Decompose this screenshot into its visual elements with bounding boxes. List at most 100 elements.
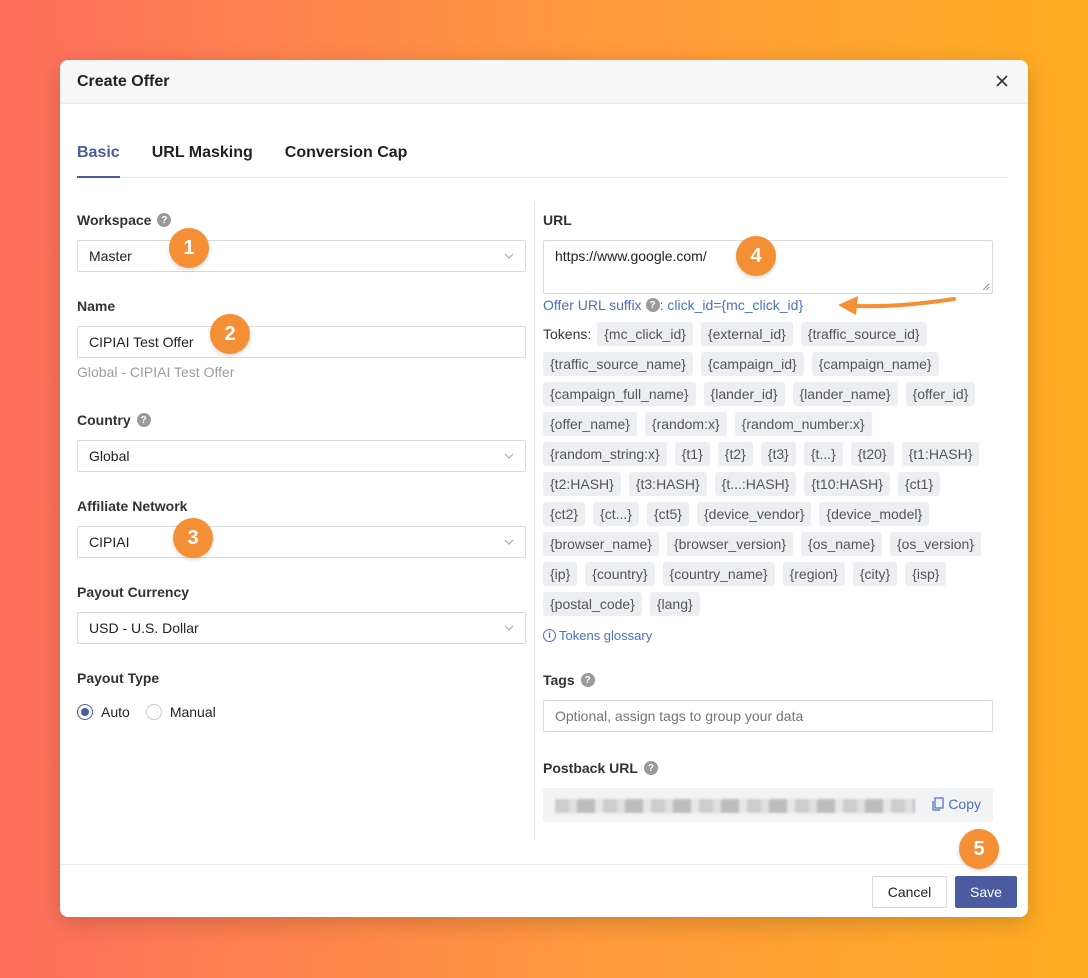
radio-checked-icon — [77, 704, 93, 720]
token-chip[interactable]: {campaign_id} — [700, 352, 804, 376]
postback-label-text: Postback URL — [543, 760, 638, 776]
token-chip[interactable]: {traffic_source_name} — [543, 352, 693, 376]
redacted-postback-url — [555, 799, 915, 813]
token-chip[interactable]: {t2} — [717, 442, 753, 466]
info-icon: i — [543, 628, 556, 642]
help-icon[interactable]: ? — [136, 413, 151, 427]
radio-unchecked-icon — [145, 704, 162, 720]
token-chip[interactable]: {browser_name} — [543, 532, 659, 556]
token-chip[interactable]: {lander_name} — [792, 382, 898, 406]
tab-basic[interactable]: Basic — [77, 144, 120, 178]
token-chip[interactable]: {ct1} — [897, 472, 940, 496]
payout-type-auto-radio[interactable]: Auto — [77, 704, 130, 720]
help-icon[interactable]: ? — [645, 298, 660, 312]
token-chip[interactable]: {postal_code} — [543, 592, 642, 616]
tokens-glossary-link[interactable]: i Tokens glossary — [543, 626, 993, 644]
token-chip[interactable]: {os_name} — [801, 532, 882, 556]
cancel-button[interactable]: Cancel — [872, 876, 947, 908]
affiliate-network-label: Affiliate Network — [77, 498, 188, 514]
tokens-list: Tokens: {mc_click_id} {external_id} {traff… — [543, 322, 993, 622]
workspace-label: Workspace ? — [77, 210, 526, 230]
token-chip[interactable]: {traffic_source_id} — [800, 322, 927, 346]
token-chip[interactable]: {random_number:x} — [734, 412, 872, 436]
payout-type-radio-group: Auto Manual — [77, 704, 526, 720]
dialog-title: Create Offer — [77, 72, 170, 90]
tags-input[interactable] — [543, 700, 993, 732]
chevron-down-icon — [504, 539, 514, 545]
token-chip[interactable]: {lander_id} — [703, 382, 785, 406]
token-chip[interactable]: {os_version} — [889, 532, 982, 556]
token-chip[interactable]: {country_name} — [662, 562, 775, 586]
token-chip[interactable]: {ip} — [543, 562, 578, 586]
copy-icon — [932, 797, 944, 811]
help-icon[interactable]: ? — [643, 761, 658, 775]
token-chip[interactable]: {country} — [585, 562, 655, 586]
create-offer-dialog: Create Offer Basic URL Masking Conversio… — [60, 60, 1028, 917]
token-chip[interactable]: {t2:HASH} — [543, 472, 621, 496]
tab-url-masking[interactable]: URL Masking — [152, 144, 253, 178]
token-chip[interactable]: {device_vendor} — [696, 502, 812, 526]
token-chip[interactable]: {region} — [782, 562, 845, 586]
token-chip[interactable]: {city} — [852, 562, 898, 586]
save-button[interactable]: Save — [955, 876, 1017, 908]
token-chip[interactable]: {t1:HASH} — [901, 442, 980, 466]
tab-bar: Basic URL Masking Conversion Cap — [77, 144, 1008, 178]
name-label: Name — [77, 298, 116, 314]
payout-type-label: Payout Type — [77, 670, 160, 686]
step-badge-4: 4 — [736, 236, 776, 276]
chevron-down-icon — [504, 253, 514, 259]
token-chip[interactable]: {t...:HASH} — [714, 472, 797, 496]
token-chip[interactable]: {device_model} — [819, 502, 930, 526]
token-chip[interactable]: {browser_version} — [666, 532, 794, 556]
country-select[interactable]: Global — [77, 440, 526, 472]
token-chip[interactable]: {offer_id} — [905, 382, 976, 406]
token-chip[interactable]: {mc_click_id} — [597, 322, 693, 346]
suffix-value: : click_id={mc_click_id} — [659, 297, 804, 313]
suffix-label[interactable]: Offer URL suffix — [543, 297, 642, 313]
column-divider — [534, 202, 535, 840]
copy-button[interactable]: Copy — [932, 796, 981, 812]
name-value: CIPIAI Test Offer — [89, 334, 194, 350]
payout-currency-label: Payout Currency — [77, 584, 190, 600]
token-chip[interactable]: {lang} — [649, 592, 700, 616]
help-icon[interactable]: ? — [580, 673, 595, 687]
token-chip[interactable]: {t10:HASH} — [804, 472, 890, 496]
token-chip[interactable]: {ct2} — [543, 502, 586, 526]
token-chip[interactable]: {ct5} — [646, 502, 689, 526]
token-chip[interactable]: {external_id} — [700, 322, 793, 346]
step-badge-1: 1 — [169, 228, 209, 268]
name-input[interactable]: CIPIAI Test Offer — [77, 326, 526, 358]
payout-currency-select[interactable]: USD - U.S. Dollar — [77, 612, 526, 644]
token-chip[interactable]: {campaign_full_name} — [543, 382, 696, 406]
token-chip[interactable]: {random:x} — [644, 412, 727, 436]
tokens-label: Tokens: — [543, 326, 592, 342]
chevron-down-icon — [504, 625, 514, 631]
tab-conversion-cap[interactable]: Conversion Cap — [285, 144, 408, 178]
country-value: Global — [89, 448, 130, 464]
token-chip[interactable]: {offer_name} — [543, 412, 637, 436]
token-chip[interactable]: {t3:HASH} — [628, 472, 707, 496]
token-chip[interactable]: {t3} — [760, 442, 796, 466]
country-label: Country ? — [77, 410, 526, 430]
step-badge-2: 2 — [210, 314, 250, 354]
token-chip[interactable]: {ct...} — [593, 502, 639, 526]
resize-grip-icon[interactable] — [982, 283, 990, 291]
postback-url-label: Postback URL ? — [543, 758, 993, 778]
token-chip[interactable]: {campaign_name} — [811, 352, 939, 376]
token-chip[interactable]: {t1} — [674, 442, 710, 466]
dialog-header: Create Offer — [60, 60, 1028, 104]
help-icon[interactable]: ? — [157, 213, 172, 227]
workspace-value: Master — [89, 248, 132, 264]
annotation-arrow-icon — [838, 296, 956, 315]
token-chip[interactable]: {isp} — [905, 562, 947, 586]
affiliate-network-select[interactable]: CIPIAI — [77, 526, 526, 558]
token-chip[interactable]: {t...} — [803, 442, 843, 466]
tags-label-text: Tags — [543, 672, 575, 688]
close-icon[interactable] — [990, 69, 1014, 93]
payout-type-manual-radio[interactable]: Manual — [145, 704, 216, 720]
step-badge-3: 3 — [173, 518, 213, 558]
workspace-select[interactable]: Master — [77, 240, 526, 272]
token-chip[interactable]: {t20} — [850, 442, 894, 466]
token-chip[interactable]: {random_string:x} — [543, 442, 667, 466]
left-column: Workspace ? Master Name CIPIAI Test Offe… — [77, 210, 526, 720]
